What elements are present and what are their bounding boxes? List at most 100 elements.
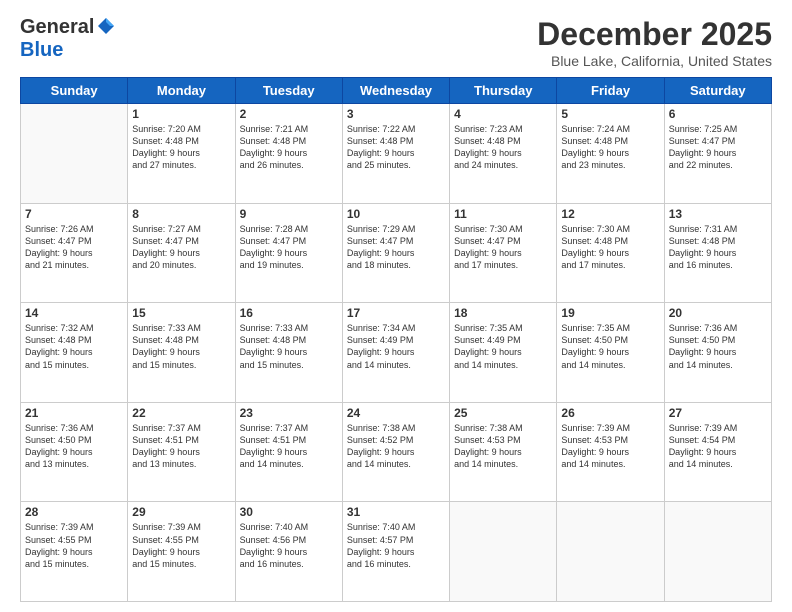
day-number: 9 — [240, 207, 338, 221]
day-info: Sunrise: 7:22 AM Sunset: 4:48 PM Dayligh… — [347, 123, 445, 172]
day-number: 28 — [25, 505, 123, 519]
calendar-cell: 5 Sunrise: 7:24 AM Sunset: 4:48 PM Daylig… — [557, 104, 664, 204]
page: General Blue December 2025 Blue Lake, Ca… — [0, 0, 792, 612]
day-info: Sunrise: 7:33 AM Sunset: 4:48 PM Dayligh… — [132, 322, 230, 371]
calendar-cell: 31Sunrise: 7:40 AM Sunset: 4:57 PM Dayli… — [342, 502, 449, 602]
calendar-cell: 24Sunrise: 7:38 AM Sunset: 4:52 PM Dayli… — [342, 402, 449, 502]
day-info: Sunrise: 7:21 AM Sunset: 4:48 PM Dayligh… — [240, 123, 338, 172]
day-number: 31 — [347, 505, 445, 519]
day-info: Sunrise: 7:37 AM Sunset: 4:51 PM Dayligh… — [132, 422, 230, 471]
logo-icon — [96, 16, 116, 36]
calendar-cell: 25 Sunrise: 7:38 AM Sunset: 4:53 PM Dayli… — [450, 402, 557, 502]
day-of-week-saturday: Saturday — [664, 78, 771, 104]
day-number: 5 — [561, 107, 659, 121]
calendar-cell: 1 Sunrise: 7:20 AM Sunset: 4:48 PM Daylig… — [128, 104, 235, 204]
calendar-cell: 19 Sunrise: 7:35 AM Sunset: 4:50 PM Dayli… — [557, 303, 664, 403]
calendar-cell: 21Sunrise: 7:36 AM Sunset: 4:50 PM Dayli… — [21, 402, 128, 502]
calendar-week-2: 7Sunrise: 7:26 AM Sunset: 4:47 PM Daylig… — [21, 203, 772, 303]
calendar-cell: 4 Sunrise: 7:23 AM Sunset: 4:48 PM Daylig… — [450, 104, 557, 204]
month-title: December 2025 — [537, 16, 772, 53]
calendar-cell: 26 Sunrise: 7:39 AM Sunset: 4:53 PM Dayli… — [557, 402, 664, 502]
day-info: Sunrise: 7:40 AM Sunset: 4:56 PM Dayligh… — [240, 521, 338, 570]
day-info: Sunrise: 7:39 AM Sunset: 4:55 PM Dayligh… — [132, 521, 230, 570]
day-number: 3 — [347, 107, 445, 121]
day-number: 19 — [561, 306, 659, 320]
day-number: 4 — [454, 107, 552, 121]
day-info: Sunrise: 7:20 AM Sunset: 4:48 PM Dayligh… — [132, 123, 230, 172]
day-info: Sunrise: 7:30 AM Sunset: 4:48 PM Dayligh… — [561, 223, 659, 272]
day-number: 25 — [454, 406, 552, 420]
calendar-cell: 22 Sunrise: 7:37 AM Sunset: 4:51 PM Dayli… — [128, 402, 235, 502]
day-number: 18 — [454, 306, 552, 320]
day-info: Sunrise: 7:35 AM Sunset: 4:50 PM Dayligh… — [561, 322, 659, 371]
day-number: 30 — [240, 505, 338, 519]
day-info: Sunrise: 7:36 AM Sunset: 4:50 PM Dayligh… — [669, 322, 767, 371]
calendar-cell: 3 Sunrise: 7:22 AM Sunset: 4:48 PM Daylig… — [342, 104, 449, 204]
day-number: 26 — [561, 406, 659, 420]
day-number: 23 — [240, 406, 338, 420]
day-number: 15 — [132, 306, 230, 320]
day-number: 7 — [25, 207, 123, 221]
day-of-week-wednesday: Wednesday — [342, 78, 449, 104]
day-of-week-friday: Friday — [557, 78, 664, 104]
calendar-cell: 23 Sunrise: 7:37 AM Sunset: 4:51 PM Dayli… — [235, 402, 342, 502]
calendar-cell: 30 Sunrise: 7:40 AM Sunset: 4:56 PM Dayli… — [235, 502, 342, 602]
day-info: Sunrise: 7:32 AM Sunset: 4:48 PM Dayligh… — [25, 322, 123, 371]
day-number: 11 — [454, 207, 552, 221]
calendar-cell: 11 Sunrise: 7:30 AM Sunset: 4:47 PM Dayli… — [450, 203, 557, 303]
calendar-cell — [21, 104, 128, 204]
day-info: Sunrise: 7:29 AM Sunset: 4:47 PM Dayligh… — [347, 223, 445, 272]
day-info: Sunrise: 7:33 AM Sunset: 4:48 PM Dayligh… — [240, 322, 338, 371]
calendar-cell: 20Sunrise: 7:36 AM Sunset: 4:50 PM Dayli… — [664, 303, 771, 403]
calendar-week-3: 14 Sunrise: 7:32 AM Sunset: 4:48 PM Dayli… — [21, 303, 772, 403]
calendar-header-row: SundayMondayTuesdayWednesdayThursdayFrid… — [21, 78, 772, 104]
day-number: 12 — [561, 207, 659, 221]
day-info: Sunrise: 7:23 AM Sunset: 4:48 PM Dayligh… — [454, 123, 552, 172]
calendar-cell: 2 Sunrise: 7:21 AM Sunset: 4:48 PM Daylig… — [235, 104, 342, 204]
day-info: Sunrise: 7:34 AM Sunset: 4:49 PM Dayligh… — [347, 322, 445, 371]
calendar-cell: 12 Sunrise: 7:30 AM Sunset: 4:48 PM Dayli… — [557, 203, 664, 303]
calendar-week-4: 21Sunrise: 7:36 AM Sunset: 4:50 PM Dayli… — [21, 402, 772, 502]
day-number: 2 — [240, 107, 338, 121]
calendar-cell: 8Sunrise: 7:27 AM Sunset: 4:47 PM Daylig… — [128, 203, 235, 303]
day-number: 8 — [132, 207, 230, 221]
header: General Blue December 2025 Blue Lake, Ca… — [20, 16, 772, 69]
logo: General Blue — [20, 16, 116, 62]
day-number: 16 — [240, 306, 338, 320]
day-number: 21 — [25, 406, 123, 420]
calendar-cell: 28 Sunrise: 7:39 AM Sunset: 4:55 PM Dayli… — [21, 502, 128, 602]
day-info: Sunrise: 7:31 AM Sunset: 4:48 PM Dayligh… — [669, 223, 767, 272]
day-info: Sunrise: 7:39 AM Sunset: 4:55 PM Dayligh… — [25, 521, 123, 570]
day-info: Sunrise: 7:38 AM Sunset: 4:52 PM Dayligh… — [347, 422, 445, 471]
day-info: Sunrise: 7:39 AM Sunset: 4:54 PM Dayligh… — [669, 422, 767, 471]
day-info: Sunrise: 7:39 AM Sunset: 4:53 PM Dayligh… — [561, 422, 659, 471]
calendar-cell — [664, 502, 771, 602]
day-number: 10 — [347, 207, 445, 221]
calendar-cell: 14 Sunrise: 7:32 AM Sunset: 4:48 PM Dayli… — [21, 303, 128, 403]
title-section: December 2025 Blue Lake, California, Uni… — [537, 16, 772, 69]
day-number: 22 — [132, 406, 230, 420]
calendar-cell: 16 Sunrise: 7:33 AM Sunset: 4:48 PM Dayli… — [235, 303, 342, 403]
calendar-week-5: 28 Sunrise: 7:39 AM Sunset: 4:55 PM Dayli… — [21, 502, 772, 602]
day-info: Sunrise: 7:30 AM Sunset: 4:47 PM Dayligh… — [454, 223, 552, 272]
day-number: 14 — [25, 306, 123, 320]
calendar-cell: 27Sunrise: 7:39 AM Sunset: 4:54 PM Dayli… — [664, 402, 771, 502]
day-info: Sunrise: 7:28 AM Sunset: 4:47 PM Dayligh… — [240, 223, 338, 272]
day-of-week-thursday: Thursday — [450, 78, 557, 104]
day-info: Sunrise: 7:38 AM Sunset: 4:53 PM Dayligh… — [454, 422, 552, 471]
day-of-week-tuesday: Tuesday — [235, 78, 342, 104]
day-info: Sunrise: 7:24 AM Sunset: 4:48 PM Dayligh… — [561, 123, 659, 172]
calendar-cell: 6 Sunrise: 7:25 AM Sunset: 4:47 PM Daylig… — [664, 104, 771, 204]
calendar-cell: 13Sunrise: 7:31 AM Sunset: 4:48 PM Dayli… — [664, 203, 771, 303]
day-of-week-sunday: Sunday — [21, 78, 128, 104]
logo-general-text: General — [20, 16, 94, 39]
day-of-week-monday: Monday — [128, 78, 235, 104]
day-info: Sunrise: 7:37 AM Sunset: 4:51 PM Dayligh… — [240, 422, 338, 471]
logo-blue-text: Blue — [20, 39, 63, 62]
day-number: 6 — [669, 107, 767, 121]
day-number: 1 — [132, 107, 230, 121]
calendar-cell: 17Sunrise: 7:34 AM Sunset: 4:49 PM Dayli… — [342, 303, 449, 403]
calendar-table: SundayMondayTuesdayWednesdayThursdayFrid… — [20, 77, 772, 602]
calendar-cell: 15 Sunrise: 7:33 AM Sunset: 4:48 PM Dayli… — [128, 303, 235, 403]
day-info: Sunrise: 7:25 AM Sunset: 4:47 PM Dayligh… — [669, 123, 767, 172]
